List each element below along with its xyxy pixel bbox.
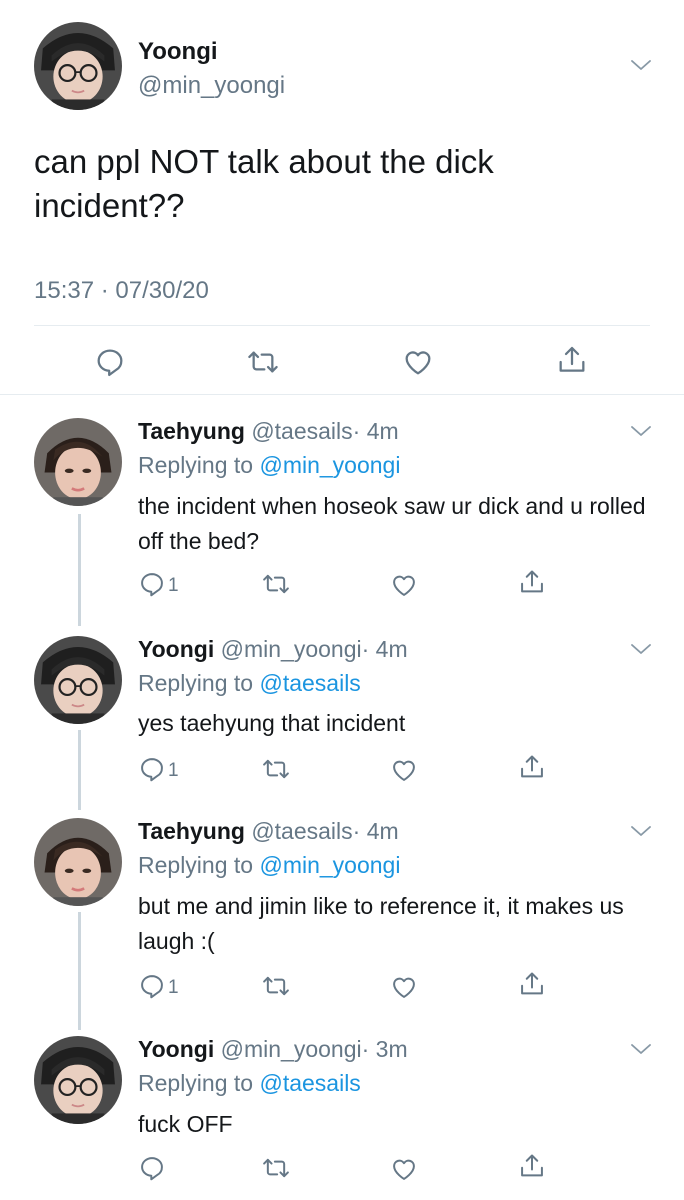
share-icon[interactable]: [556, 344, 588, 376]
reply-count: 1: [168, 760, 179, 781]
thread-line: [78, 514, 81, 626]
handle[interactable]: @min_yoongi: [221, 636, 362, 662]
share-icon[interactable]: [518, 1152, 546, 1180]
handle[interactable]: @taesails: [251, 418, 352, 444]
reply-header: Taehyung @taesails· 4m: [138, 818, 399, 845]
like-icon[interactable]: [390, 973, 418, 1001]
handle[interactable]: @taesails: [251, 818, 352, 844]
thread-line: [78, 912, 81, 1030]
reply-icon[interactable]: [138, 570, 166, 598]
reply-text: the incident when hoseok saw ur dick and…: [138, 493, 646, 554]
like-icon[interactable]: [390, 571, 418, 599]
retweet-icon[interactable]: [262, 570, 290, 598]
thread-line: [78, 730, 81, 810]
retweet-icon[interactable]: [262, 972, 290, 1000]
replying-to-link[interactable]: @min_yoongi: [259, 452, 400, 478]
reply-time: · 4m: [352, 818, 399, 844]
replying-to: Replying to @taesails: [138, 1070, 361, 1097]
replying-to-label: Replying to: [138, 452, 254, 478]
display-name[interactable]: Yoongi: [138, 1036, 214, 1062]
timestamp: 15:37 · 07/30/20: [34, 277, 209, 304]
replying-to-link[interactable]: @taesails: [259, 670, 360, 696]
reply-icon[interactable]: [138, 1154, 166, 1182]
share-icon[interactable]: [518, 568, 546, 596]
reply-time: · 4m: [352, 418, 399, 444]
display-name[interactable]: Taehyung: [138, 418, 245, 444]
handle[interactable]: @min_yoongi: [138, 72, 285, 100]
tweet-text: can ppl NOT talk about the dick incident…: [34, 143, 494, 224]
like-icon[interactable]: [390, 1155, 418, 1183]
retweet-icon[interactable]: [247, 346, 279, 378]
avatar[interactable]: [34, 22, 122, 110]
reply-time: · 4m: [361, 636, 408, 662]
chevron-down-icon[interactable]: [630, 642, 652, 656]
share-icon[interactable]: [518, 753, 546, 781]
retweet-icon[interactable]: [262, 1154, 290, 1182]
reply-text: yes taehyung that incident: [138, 710, 406, 736]
replying-to-label: Replying to: [138, 1070, 254, 1096]
handle[interactable]: @min_yoongi: [221, 1036, 362, 1062]
replying-to: Replying to @min_yoongi: [138, 852, 400, 879]
divider: [34, 325, 650, 326]
like-icon[interactable]: [390, 756, 418, 784]
reply-text: fuck OFF: [138, 1111, 233, 1137]
display-name[interactable]: Yoongi: [138, 636, 214, 662]
reply-icon[interactable]: [94, 346, 126, 378]
reply-header: Taehyung @taesails· 4m: [138, 418, 399, 445]
divider: [0, 394, 684, 395]
display-name[interactable]: Taehyung: [138, 818, 245, 844]
reply-icon[interactable]: [138, 755, 166, 783]
avatar[interactable]: [34, 636, 122, 724]
avatar[interactable]: [34, 1036, 122, 1124]
share-icon[interactable]: [518, 970, 546, 998]
replying-to: Replying to @min_yoongi: [138, 452, 400, 479]
chevron-down-icon[interactable]: [630, 58, 652, 72]
like-icon[interactable]: [402, 346, 434, 378]
replying-to-link[interactable]: @min_yoongi: [259, 852, 400, 878]
reply-count: 1: [168, 977, 179, 998]
replying-to-link[interactable]: @taesails: [259, 1070, 360, 1096]
reply-text: but me and jimin like to reference it, i…: [138, 893, 624, 954]
display-name[interactable]: Yoongi: [138, 38, 218, 66]
reply-header: Yoongi @min_yoongi· 4m: [138, 636, 408, 663]
retweet-icon[interactable]: [262, 755, 290, 783]
chevron-down-icon[interactable]: [630, 424, 652, 438]
replying-to-label: Replying to: [138, 852, 254, 878]
reply-header: Yoongi @min_yoongi· 3m: [138, 1036, 408, 1063]
chevron-down-icon[interactable]: [630, 824, 652, 838]
reply-time: · 3m: [361, 1036, 408, 1062]
avatar[interactable]: [34, 418, 122, 506]
replying-to: Replying to @taesails: [138, 670, 361, 697]
avatar[interactable]: [34, 818, 122, 906]
reply-icon[interactable]: [138, 972, 166, 1000]
chevron-down-icon[interactable]: [630, 1042, 652, 1056]
replying-to-label: Replying to: [138, 670, 254, 696]
reply-count: 1: [168, 575, 179, 596]
